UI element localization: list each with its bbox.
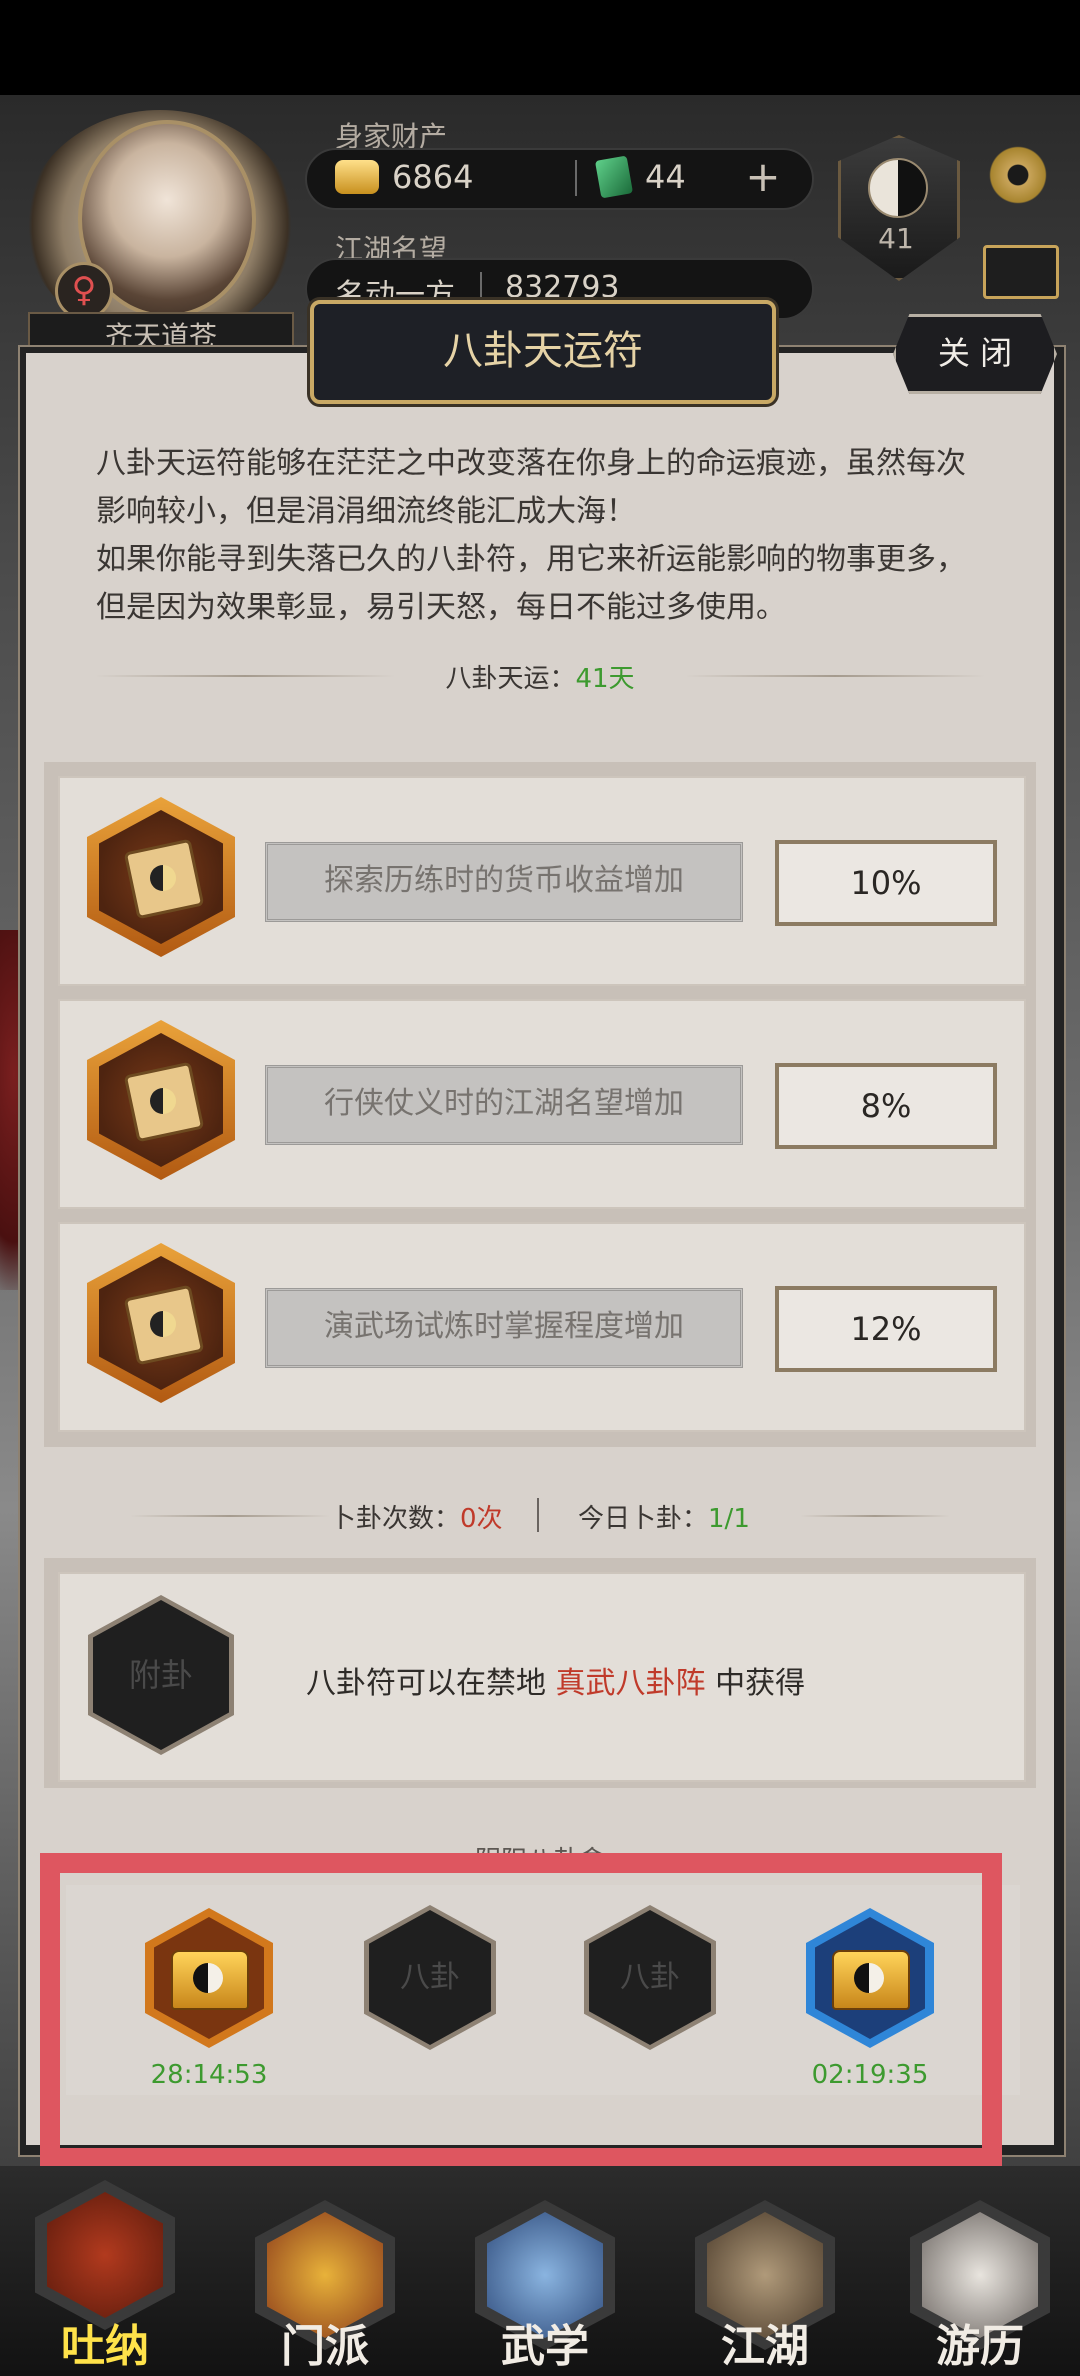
divination-today-label: 今日卜卦： <box>578 1504 709 1534</box>
description-text: 八卦天运符能够在茫茫之中改变落在你身上的命运痕迹，虽然每次影响较小，但是涓涓细流… <box>96 446 966 625</box>
gold-value: 6864 <box>392 158 474 196</box>
divination-today-value: 1/1 <box>708 1504 750 1534</box>
nav-label: 吐纳 <box>61 2321 149 2372</box>
bonus-value: 8% <box>775 1063 997 1149</box>
nav-label: 武学 <box>501 2321 589 2372</box>
ornament-line <box>130 1515 330 1517</box>
ornament-line <box>800 1515 950 1517</box>
gear-icon[interactable] <box>983 140 1053 210</box>
bonus-label: 演武场试炼时掌握程度增加 <box>265 1288 743 1368</box>
bonus-label: 行侠仗义时的江湖名望增加 <box>265 1065 743 1145</box>
divider <box>537 1498 539 1532</box>
divination-count-value: 0次 <box>460 1504 503 1534</box>
add-currency-button[interactable]: + <box>738 155 788 201</box>
bonus-value: 10% <box>775 840 997 926</box>
divider <box>575 160 577 196</box>
acquire-text-after: 中获得 <box>715 1666 806 1701</box>
nav-label: 游历 <box>936 2321 1024 2372</box>
acquire-text-before: 八卦符可以在禁地 <box>306 1666 546 1701</box>
yin-yang-icon <box>868 158 928 218</box>
bonus-value: 12% <box>775 1286 997 1372</box>
mail-icon[interactable] <box>983 245 1059 299</box>
status-bar <box>0 0 1080 95</box>
acquire-location-link[interactable]: 真武八卦阵 <box>556 1666 706 1701</box>
yin-yang-icon <box>150 865 176 891</box>
divination-count-label: 卜卦次数： <box>330 1504 461 1534</box>
yin-yang-icon <box>150 1311 176 1337</box>
level-value: 41 <box>878 222 914 255</box>
close-button[interactable]: 关 闭 <box>893 314 1057 394</box>
nav-label: 门派 <box>281 2321 369 2372</box>
acquire-text: 八卦符可以在禁地 真武八卦阵 中获得 <box>306 1658 805 1702</box>
divination-count: 卜卦次数：0次 <box>330 1498 503 1535</box>
divination-today: 今日卜卦：1/1 <box>578 1498 750 1535</box>
jade-value: 44 <box>645 158 686 196</box>
highlight-box <box>40 1853 1002 2168</box>
jade-icon <box>594 155 634 199</box>
dialog-title: 八卦天运符 <box>443 328 643 374</box>
bonus-label: 探索历练时的货币收益增加 <box>265 842 743 922</box>
gold-ingot-icon <box>335 160 379 194</box>
yin-yang-icon <box>150 1088 176 1114</box>
fortune-days: 八卦天运：41天 <box>300 658 780 695</box>
fortune-label: 八卦天运： <box>445 664 576 694</box>
nav-label: 江湖 <box>721 2321 809 2372</box>
fortune-value: 41天 <box>575 664 635 694</box>
